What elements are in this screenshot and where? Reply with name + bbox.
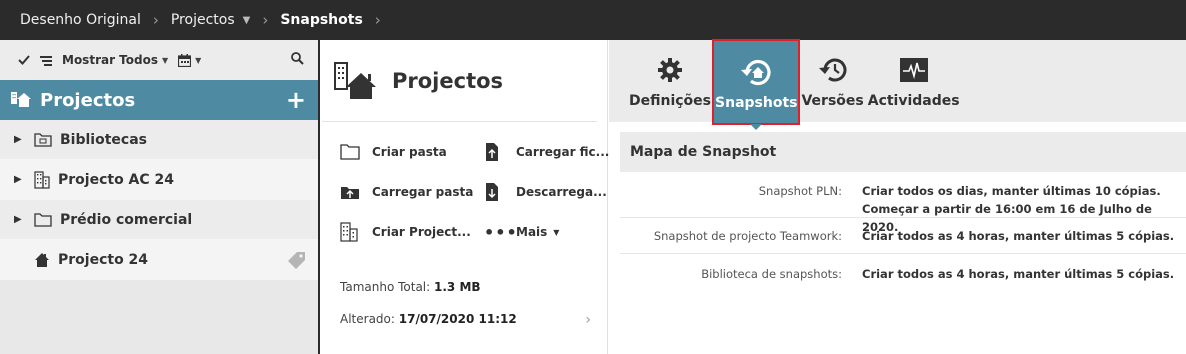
- calendar-icon: [178, 53, 192, 67]
- expand-arrow-icon[interactable]: ▶: [14, 174, 24, 185]
- projects-house-icon: [10, 88, 32, 112]
- row-value: Criar todos as 4 horas, manter últimas 5…: [862, 267, 1175, 281]
- expand-arrow-icon[interactable]: ▶: [14, 134, 24, 145]
- download-icon: [484, 182, 508, 202]
- tab-label: Snapshots: [715, 95, 798, 111]
- row-label: Biblioteca de snapshots:: [701, 267, 842, 281]
- tab-actividades[interactable]: Actividades: [866, 40, 962, 122]
- expand-arrow-icon[interactable]: ▶: [14, 214, 24, 225]
- download-button[interactable]: Descarrega...: [484, 172, 616, 212]
- tab-label: Actividades: [867, 93, 960, 109]
- tab-label: Versões: [801, 93, 864, 109]
- tree-item-bibliotecas[interactable]: ▶ Bibliotecas: [0, 120, 318, 160]
- upload-folder-label: Carregar pasta: [372, 185, 474, 199]
- breadcrumb-item-desenho-original[interactable]: Desenho Original: [20, 12, 141, 28]
- folder-icon: [34, 212, 52, 227]
- projects-header: Projectos +: [0, 80, 318, 120]
- building-icon: [34, 170, 50, 189]
- create-project-button[interactable]: Criar Project...: [340, 212, 484, 252]
- row-value: Criar todos as 4 horas, manter últimas 5…: [862, 228, 1175, 243]
- tree-item-predio-comercial[interactable]: ▶ Prédio comercial: [0, 200, 318, 240]
- folder-icon: [340, 144, 364, 160]
- tab-snapshots[interactable]: Snapshots: [712, 39, 801, 130]
- modified-date: Alterado: 17/07/2020 11:12: [340, 312, 517, 326]
- projects-header-title: Projectos: [40, 89, 136, 111]
- snapshot-row-library: Biblioteca de snapshots: Criar todos as …: [620, 254, 1186, 294]
- upload-file-icon: [484, 142, 508, 162]
- tag-icon[interactable]: [288, 251, 306, 273]
- total-size: Tamanho Total: 1.3 MB: [340, 280, 481, 294]
- modified-value: 17/07/2020 11:12: [398, 312, 517, 326]
- project-details-panel: Projectos Criar pasta Carregar fic... Ca…: [322, 40, 609, 354]
- caret-down-icon: ▼: [162, 55, 169, 65]
- tree-item-projecto-24[interactable]: Projecto 24: [0, 240, 318, 280]
- modified-label: Alterado:: [340, 312, 395, 326]
- more-menu-button[interactable]: ••• Mais ▼: [484, 212, 616, 252]
- more-label: Mais: [516, 225, 548, 239]
- tab-bar: Definições Snapshots Versões Actividades: [609, 39, 1186, 130]
- create-project-label: Criar Project...: [372, 225, 471, 239]
- activity-pulse-icon: [899, 55, 929, 85]
- snapshot-row-pln: Snapshot PLN: Criar todos os dias, mante…: [620, 172, 1186, 234]
- total-size-label: Tamanho Total:: [340, 280, 431, 294]
- gear-icon: [657, 55, 683, 85]
- tab-label: Definições: [629, 93, 712, 109]
- upload-folder-icon: [340, 184, 364, 200]
- upload-folder-button[interactable]: Carregar pasta: [340, 172, 484, 212]
- projects-house-icon: [332, 57, 378, 105]
- show-all-dropdown[interactable]: Mostrar Todos ▼: [62, 53, 168, 67]
- breadcrumb: Desenho Original › Projectos ▼ › Snapsho…: [0, 0, 1186, 40]
- chevron-right-icon: ›: [374, 11, 381, 29]
- library-folder-icon: [34, 132, 52, 147]
- caret-down-icon: ▼: [553, 227, 560, 237]
- tree-item-label: Prédio comercial: [60, 211, 193, 228]
- project-tree-panel: Mostrar Todos ▼ ▼ Projectos + ▶ Bibliote…: [0, 40, 320, 354]
- tree-item-label: Projecto 24: [58, 251, 149, 268]
- snapshot-icon: [739, 57, 773, 87]
- tree-item-label: Projecto AC 24: [58, 171, 175, 188]
- row-label: Snapshot de projecto Teamwork:: [653, 228, 842, 243]
- tab-versoes[interactable]: Versões: [799, 40, 865, 122]
- tab-definicoes[interactable]: Definições: [627, 40, 713, 122]
- create-folder-button[interactable]: Criar pasta: [340, 132, 484, 172]
- total-size-value: 1.3 MB: [434, 280, 481, 294]
- breadcrumb-item-projectos[interactable]: Projectos: [171, 12, 235, 28]
- more-dots-icon: •••: [484, 222, 518, 242]
- search-icon[interactable]: [291, 52, 304, 68]
- upload-file-label: Carregar fic...: [516, 145, 610, 159]
- middle-title: Projectos: [392, 68, 504, 93]
- upload-file-button[interactable]: Carregar fic...: [484, 132, 616, 172]
- check-icon[interactable]: [18, 54, 30, 66]
- calendar-dropdown[interactable]: ▼: [178, 53, 202, 67]
- versions-history-icon: [817, 55, 849, 85]
- chevron-right-icon: ›: [152, 11, 159, 29]
- actions-grid: Criar pasta Carregar fic... Carregar pas…: [322, 132, 609, 252]
- building-icon: [340, 222, 364, 242]
- breadcrumb-item-snapshots: Snapshots: [280, 12, 363, 28]
- caret-down-icon: ▼: [195, 55, 202, 65]
- row-label: Snapshot PLN:: [758, 184, 842, 198]
- snapshot-map-title: Mapa de Snapshot: [620, 132, 1186, 172]
- house-icon: [34, 252, 50, 268]
- show-all-label: Mostrar Todos: [62, 53, 158, 67]
- tree-item-projecto-ac-24[interactable]: ▶ Projecto AC 24: [0, 160, 318, 200]
- chevron-right-icon[interactable]: ›: [585, 312, 591, 328]
- row-value-line1: Criar todos os dias, manter últimas 10 c…: [862, 184, 1161, 198]
- row-value: Criar todos os dias, manter últimas 10 c…: [862, 182, 1186, 234]
- tree-toolbar: Mostrar Todos ▼ ▼: [0, 40, 318, 80]
- chevron-right-icon: ›: [262, 11, 269, 29]
- download-label: Descarrega...: [516, 185, 607, 199]
- add-project-button[interactable]: +: [286, 86, 306, 114]
- tree-item-label: Bibliotecas: [60, 131, 147, 148]
- middle-header: Projectos: [322, 40, 597, 122]
- caret-down-icon[interactable]: ▼: [243, 15, 251, 26]
- filter-list-icon[interactable]: [40, 55, 52, 66]
- details-panel: Definições Snapshots Versões Actividades…: [609, 39, 1186, 354]
- create-folder-label: Criar pasta: [372, 145, 447, 159]
